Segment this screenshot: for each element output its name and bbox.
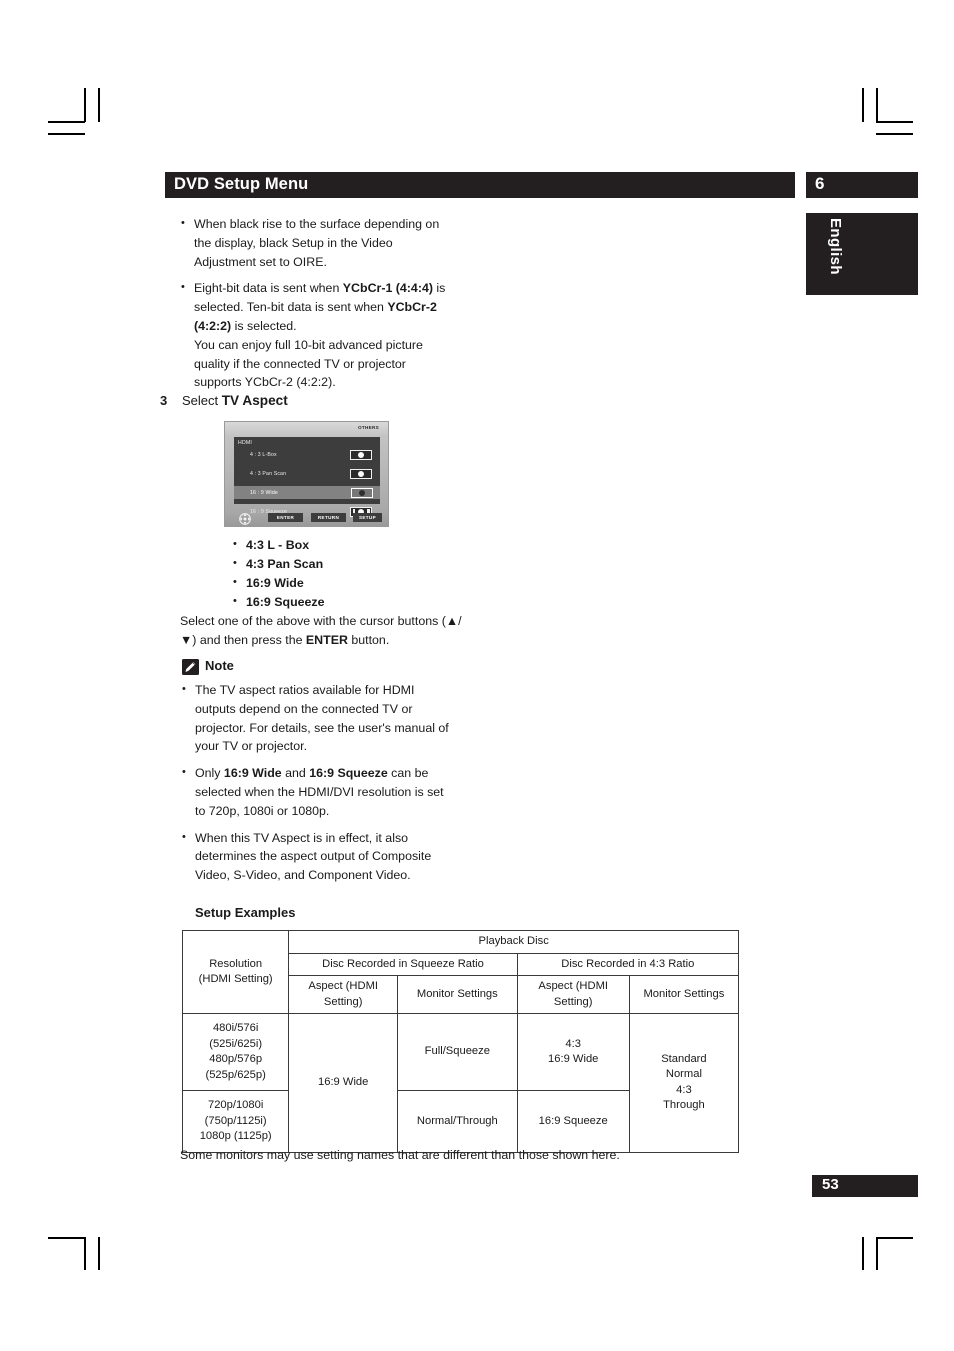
crop-mark-top-right xyxy=(858,88,918,148)
cell-aspect-43-hd: 16:9 Squeeze xyxy=(516,1090,630,1153)
osd-hdmi-label: HDMI xyxy=(238,440,253,446)
table-row: Resolution (HDMI Setting) Playback Disc xyxy=(181,930,739,1014)
pencil-icon xyxy=(182,659,199,675)
th-monitor-settings-squeeze: Monitor Settings xyxy=(397,975,518,1014)
osd-row-label: 4 : 3 Pan Scan xyxy=(250,470,287,477)
osd-key-setup[interactable]: SETUP xyxy=(353,513,382,522)
page-number: 53 xyxy=(822,1176,839,1193)
osd-footer-bar: ENTER RETURN SETUP xyxy=(225,511,388,525)
cell-monitor-squeeze-sd: Full/Squeeze xyxy=(397,1013,518,1091)
note-bullet-list: The TV aspect ratios available for HDMI … xyxy=(181,680,471,893)
th-aspect-hdmi-squeeze: Aspect (HDMI Setting) xyxy=(288,975,399,1014)
th-4-3-group: Disc Recorded in 4:3 Ratio xyxy=(516,952,740,976)
chapter-number: 6 xyxy=(815,174,825,193)
chapter-badge: 6 xyxy=(806,172,918,198)
th-squeeze-group: Disc Recorded in Squeeze Ratio xyxy=(288,952,518,976)
cell-resolution-sd: 480i/576i (525i/625i) 480p/576p (525p/625p) xyxy=(181,1013,290,1091)
th-playback-disc: Playback Disc xyxy=(288,930,739,954)
page-title: DVD Setup Menu xyxy=(174,175,309,193)
cell-monitor-squeeze-hd: Normal/Through xyxy=(397,1090,518,1153)
th-aspect-hdmi-43: Aspect (HDMI Setting) xyxy=(516,975,630,1014)
cursor-pad-icon xyxy=(239,512,251,525)
page-number-badge: 53 xyxy=(812,1175,918,1197)
osd-key-return[interactable]: RETURN xyxy=(311,513,346,522)
setup-examples-table: Resolution (HDMI Setting) Playback Disc D… xyxy=(181,930,740,1153)
step-heading: 3 Select TV Aspect xyxy=(160,393,288,408)
step-bold-label: TV Aspect xyxy=(221,393,288,408)
cell-aspect-squeeze: 16:9 Wide xyxy=(288,1013,399,1153)
language-tab-label: English xyxy=(827,218,844,275)
bottom-note-text: Some monitors may use setting names that… xyxy=(180,1148,620,1162)
language-tab: English xyxy=(806,213,918,295)
osd-key-enter[interactable]: ENTER xyxy=(268,513,303,522)
crop-mark-bottom-left xyxy=(48,1232,108,1292)
page-header-bar: DVD Setup Menu xyxy=(165,172,795,198)
osd-row-label: 4 : 3 L-Box xyxy=(250,451,277,458)
osd-others-label: OTHERS xyxy=(358,425,379,430)
setup-examples-title: Setup Examples xyxy=(195,905,296,920)
intro-bullet-item: When black rise to the surface depending… xyxy=(180,214,456,271)
crop-mark-top-left xyxy=(48,88,108,148)
select-instructions-paragraph: Select one of the above with the cursor … xyxy=(180,614,462,647)
th-resolution: Resolution (HDMI Setting) xyxy=(181,930,290,1014)
osd-radio-indicator xyxy=(350,468,372,479)
table-row: 480i/576i (525i/625i) 480p/576p (525p/625p)… xyxy=(181,1013,740,1153)
aspect-options-list: 4:3 L - Box 4:3 Pan Scan 16:9 Wide 16:9 … xyxy=(233,535,325,612)
osd-row-label: 16 : 9 Wide xyxy=(250,489,278,496)
intro-bullet-list: When black rise to the surface depending… xyxy=(180,214,780,400)
note-bullet-item: Only 16:9 Wide and 16:9 Squeeze can be s… xyxy=(181,763,457,820)
step-number: 3 xyxy=(160,393,168,408)
osd-row-16-9-wide[interactable]: 16 : 9 Wide xyxy=(234,486,380,499)
osd-row-4-3-pan-scan[interactable]: 4 : 3 Pan Scan xyxy=(234,467,380,480)
intro-bullet-item: Eight-bit data is sent when YCbCr-1 (4:4… xyxy=(180,278,456,392)
note-label: Note xyxy=(205,658,234,673)
osd-radio-indicator-selected xyxy=(351,487,373,498)
aspect-option-item: 4:3 L - Box xyxy=(233,535,325,555)
note-bullet-item: When this TV Aspect is in effect, it als… xyxy=(181,828,457,885)
osd-screenshot: OTHERS HDMI 4 : 3 L-Box 4 : 3 Pan Scan 1… xyxy=(224,421,389,527)
aspect-option-item: 16:9 Squeeze xyxy=(233,592,325,612)
note-bullet-item: The TV aspect ratios available for HDMI … xyxy=(181,680,457,756)
aspect-option-item: 16:9 Wide xyxy=(233,573,325,593)
cell-aspect-43-sd: 4:3 16:9 Wide xyxy=(516,1013,630,1091)
cell-monitor-43: Standard Normal 4:3 Through xyxy=(628,1013,740,1153)
step-prefix: Select xyxy=(182,393,222,408)
osd-menu-panel: HDMI 4 : 3 L-Box 4 : 3 Pan Scan 16 : 9 W… xyxy=(234,437,380,517)
aspect-option-item: 4:3 Pan Scan xyxy=(233,554,325,574)
cell-resolution-hd: 720p/1080i (750p/1125i) 1080p (1125p) xyxy=(181,1090,290,1153)
osd-row-4-3-lbox[interactable]: 4 : 3 L-Box xyxy=(234,448,380,461)
crop-mark-bottom-right xyxy=(858,1232,918,1292)
osd-radio-indicator xyxy=(350,449,372,460)
th-monitor-settings-43: Monitor Settings xyxy=(628,975,740,1014)
